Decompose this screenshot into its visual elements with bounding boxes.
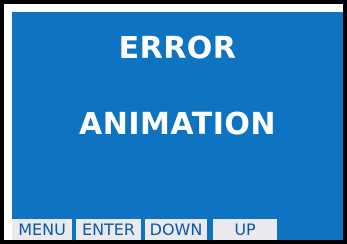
up-button[interactable]: UP xyxy=(213,219,277,240)
error-heading: ERROR xyxy=(118,31,237,66)
menu-button[interactable]: MENU xyxy=(12,219,72,240)
down-button[interactable]: DOWN xyxy=(145,219,207,240)
softkey-bar: MENU ENTER DOWN UP xyxy=(12,219,343,240)
display-screen: ERROR ANIMATION MENU ENTER DOWN UP xyxy=(12,12,343,240)
device-frame: ERROR ANIMATION MENU ENTER DOWN UP xyxy=(0,0,347,244)
error-message: ANIMATION xyxy=(79,107,276,142)
enter-button[interactable]: ENTER xyxy=(76,219,141,240)
